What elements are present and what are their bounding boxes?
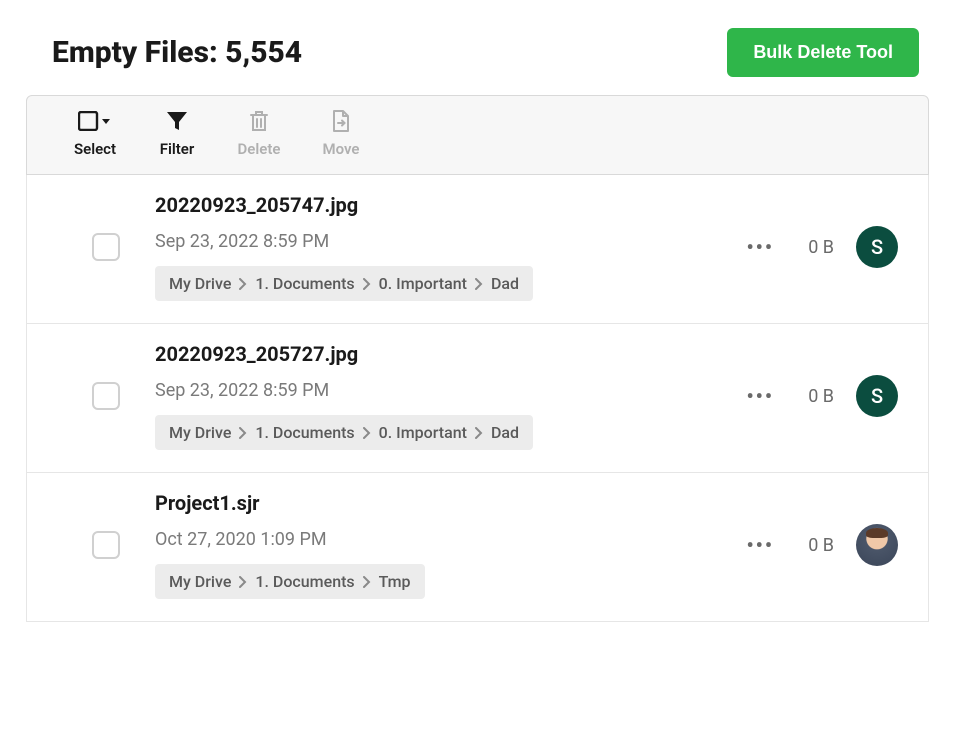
breadcrumb-segment[interactable]: Dad (491, 274, 519, 293)
file-size: 0 B (800, 386, 834, 407)
select-label: Select (74, 140, 116, 158)
filter-icon (166, 110, 188, 132)
owner-avatar: S (856, 375, 898, 417)
more-menu-icon[interactable]: ••• (742, 231, 778, 263)
file-row: 20220923_205727.jpg Sep 23, 2022 8:59 PM M… (27, 324, 928, 473)
breadcrumb: My Drive 1. Documents Tmp (155, 564, 425, 599)
file-date: Sep 23, 2022 8:59 PM (155, 231, 722, 252)
breadcrumb-segment[interactable]: My Drive (169, 423, 231, 442)
move-label: Move (323, 140, 360, 158)
delete-label: Delete (238, 140, 281, 158)
avatar-initial: S (871, 384, 883, 408)
row-checkbox[interactable] (92, 382, 120, 410)
breadcrumb-segment[interactable]: Tmp (379, 572, 411, 591)
file-row: Project1.sjr Oct 27, 2020 1:09 PM My Drive… (27, 473, 928, 622)
row-checkbox[interactable] (92, 531, 120, 559)
file-size: 0 B (800, 237, 834, 258)
chevron-right-icon (363, 278, 371, 290)
avatar-initial: S (871, 235, 883, 259)
file-name[interactable]: 20220923_205747.jpg (155, 193, 722, 217)
row-main: 20220923_205727.jpg Sep 23, 2022 8:59 PM M… (155, 342, 722, 450)
breadcrumb-segment[interactable]: 1. Documents (255, 423, 354, 442)
delete-button[interactable]: Delete (235, 110, 283, 158)
more-menu-icon[interactable]: ••• (742, 380, 778, 412)
row-checkbox[interactable] (92, 233, 120, 261)
row-main: Project1.sjr Oct 27, 2020 1:09 PM My Drive… (155, 491, 722, 599)
chevron-right-icon (239, 278, 247, 290)
breadcrumb: My Drive 1. Documents 0. Important Dad (155, 415, 533, 450)
chevron-right-icon (239, 427, 247, 439)
file-name[interactable]: 20220923_205727.jpg (155, 342, 722, 366)
row-main: 20220923_205747.jpg Sep 23, 2022 8:59 PM M… (155, 193, 722, 301)
breadcrumb-segment[interactable]: Dad (491, 423, 519, 442)
file-row: 20220923_205747.jpg Sep 23, 2022 8:59 PM M… (27, 175, 928, 324)
page-header: Empty Files: 5,554 Bulk Delete Tool (0, 0, 955, 95)
breadcrumb-segment[interactable]: 0. Important (379, 423, 467, 442)
breadcrumb-segment[interactable]: 1. Documents (255, 274, 354, 293)
owner-avatar: S (856, 226, 898, 268)
chevron-right-icon (475, 427, 483, 439)
breadcrumb: My Drive 1. Documents 0. Important Dad (155, 266, 533, 301)
breadcrumb-segment[interactable]: 1. Documents (255, 572, 354, 591)
filter-label: Filter (160, 140, 195, 158)
toolbar: Select Filter Delete (26, 95, 929, 175)
more-menu-icon[interactable]: ••• (742, 529, 778, 561)
row-actions: ••• 0 B S (742, 226, 898, 268)
file-move-icon (332, 110, 350, 132)
file-date: Sep 23, 2022 8:59 PM (155, 380, 722, 401)
chevron-right-icon (239, 576, 247, 588)
page-title: Empty Files: 5,554 (52, 35, 302, 70)
move-button[interactable]: Move (317, 110, 365, 158)
chevron-right-icon (363, 576, 371, 588)
file-name[interactable]: Project1.sjr (155, 491, 722, 515)
chevron-right-icon (475, 278, 483, 290)
row-actions: ••• 0 B (742, 524, 898, 566)
owner-avatar (856, 524, 898, 566)
file-date: Oct 27, 2020 1:09 PM (155, 529, 722, 550)
trash-icon (249, 110, 269, 132)
row-actions: ••• 0 B S (742, 375, 898, 417)
select-button[interactable]: Select (71, 110, 119, 158)
chevron-right-icon (363, 427, 371, 439)
bulk-delete-button[interactable]: Bulk Delete Tool (727, 28, 919, 77)
checkbox-dropdown-icon (78, 110, 112, 132)
breadcrumb-segment[interactable]: My Drive (169, 572, 231, 591)
file-list: 20220923_205747.jpg Sep 23, 2022 8:59 PM M… (26, 175, 929, 622)
breadcrumb-segment[interactable]: 0. Important (379, 274, 467, 293)
file-size: 0 B (800, 535, 834, 556)
breadcrumb-segment[interactable]: My Drive (169, 274, 231, 293)
filter-button[interactable]: Filter (153, 110, 201, 158)
